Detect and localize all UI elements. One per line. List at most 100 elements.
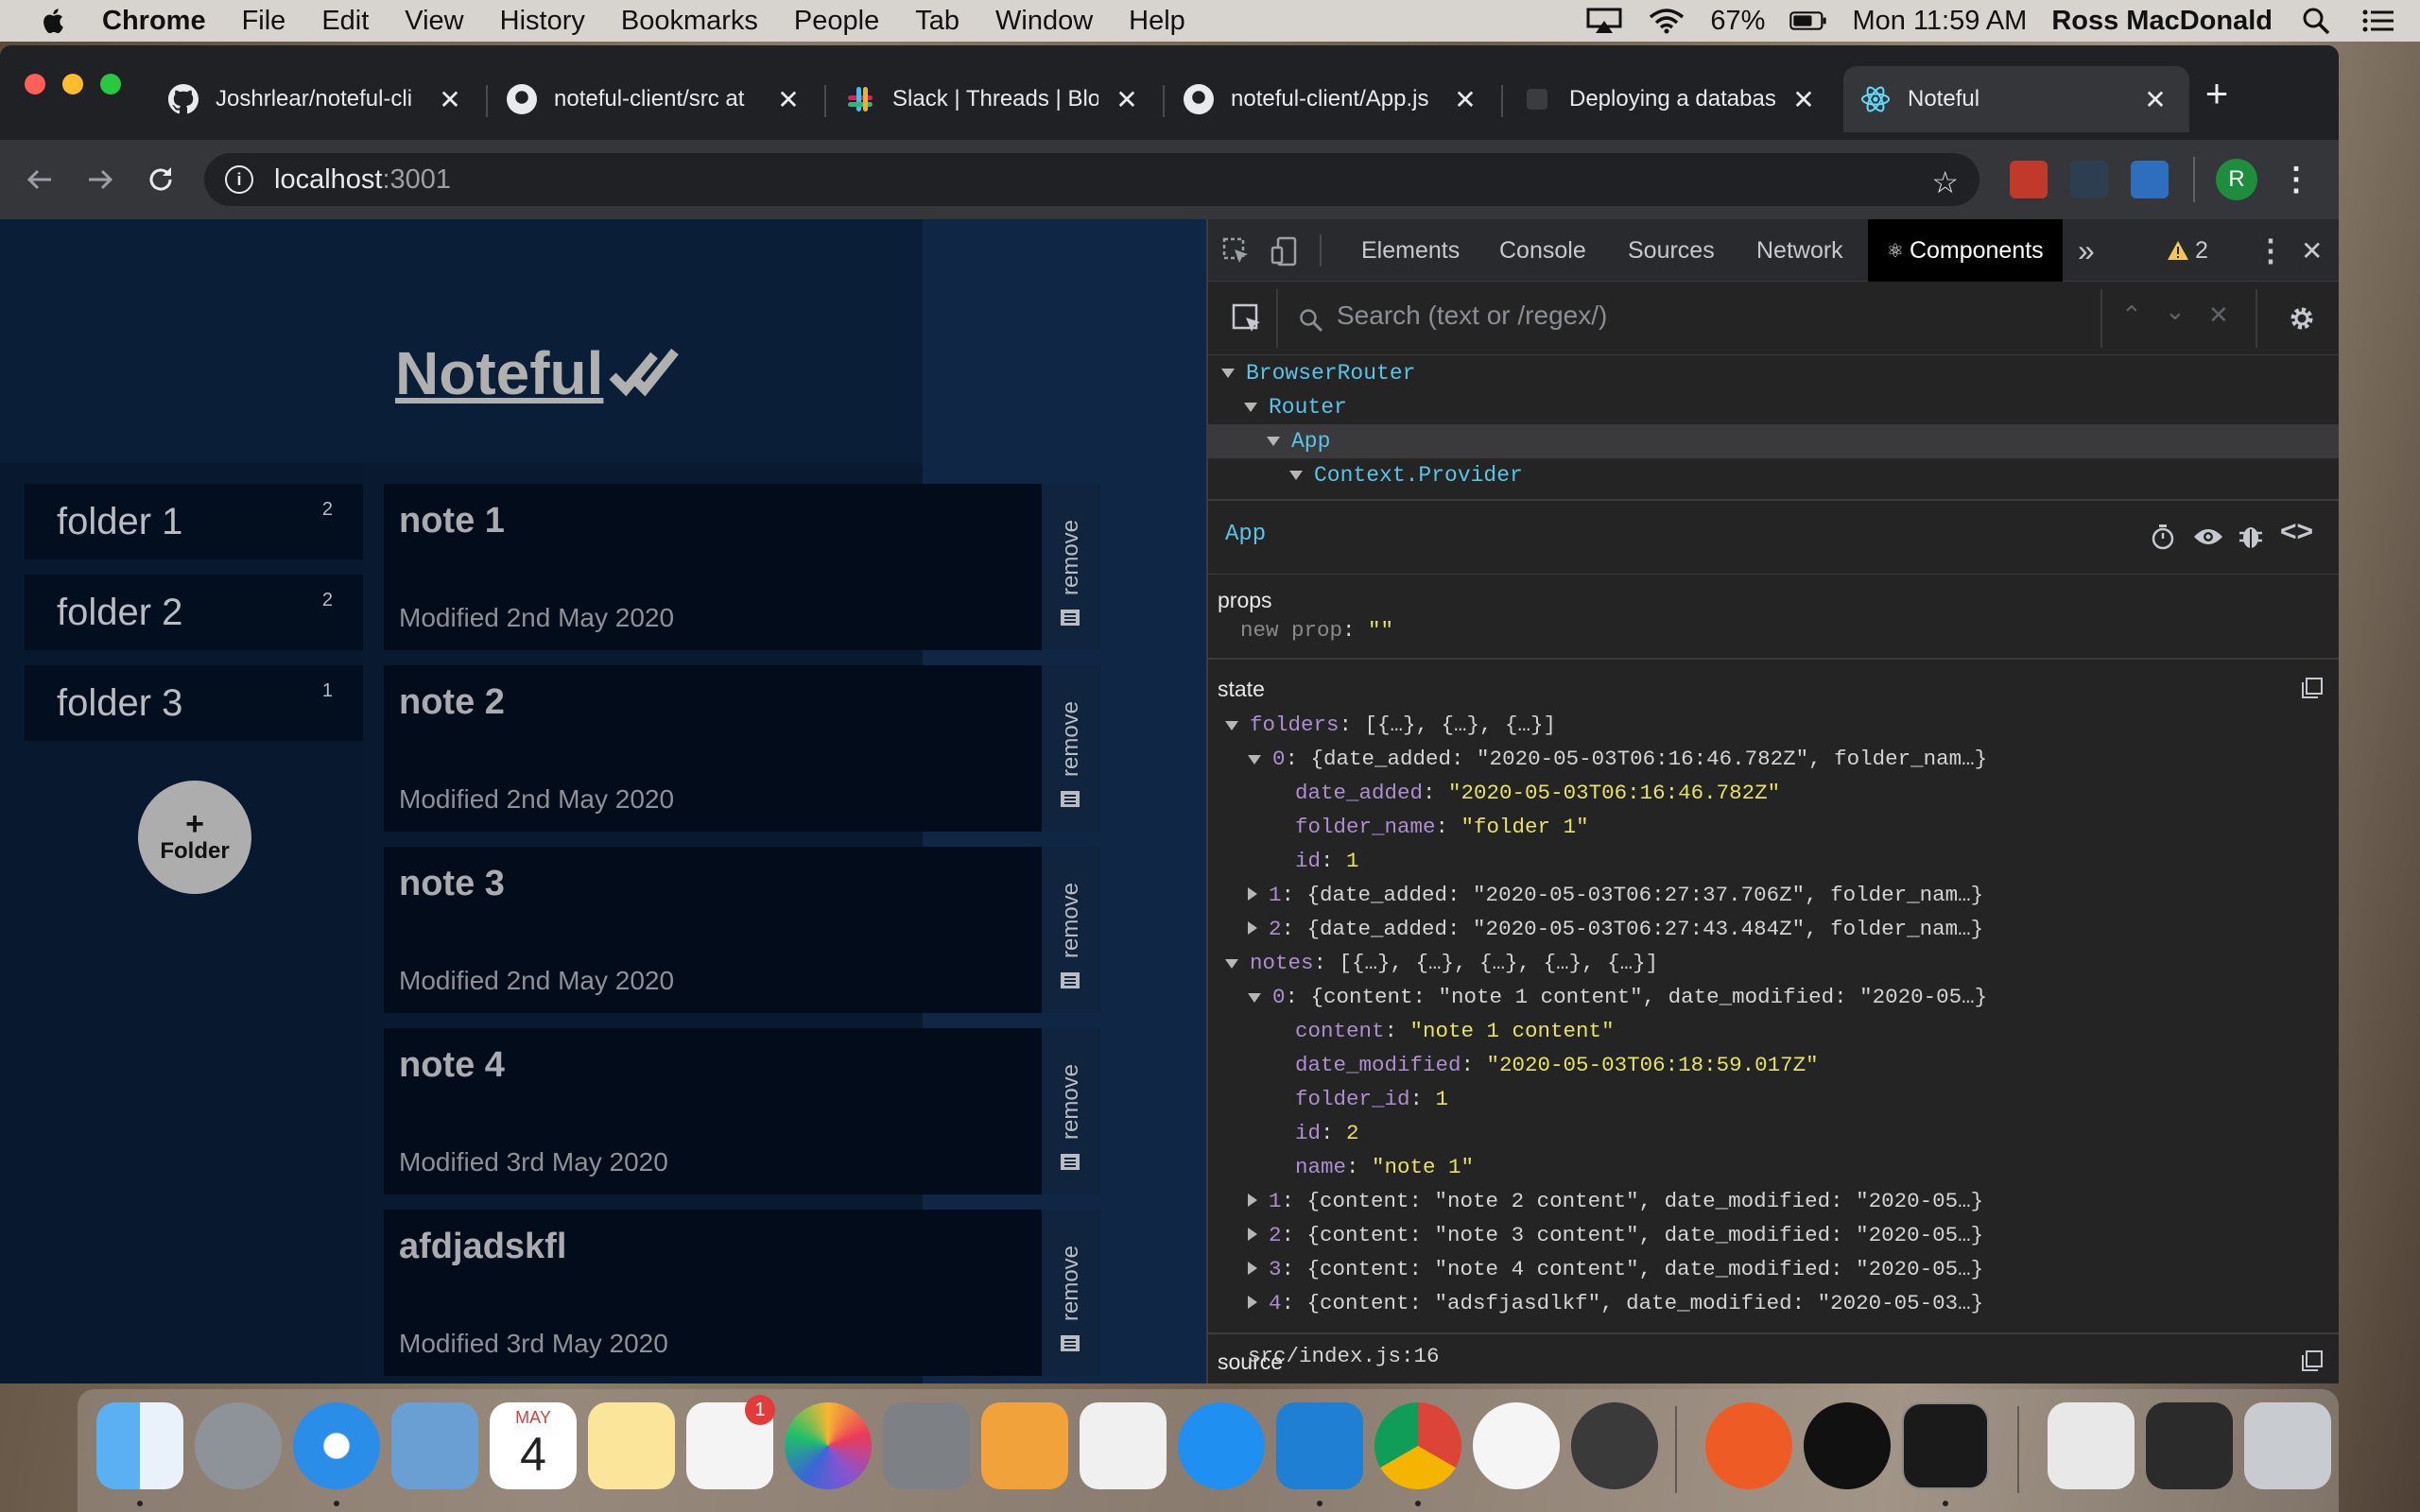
close-tab-icon[interactable]: ✕ [775,84,802,115]
expand-triangle-icon[interactable] [1248,1262,1257,1275]
tab-slack[interactable]: Slack | Threads | Blo ✕ [828,66,1157,132]
folder-item[interactable]: folder 1 2 [25,484,363,559]
menu-tab[interactable]: Tab [915,6,959,37]
reload-icon[interactable] [138,157,183,202]
terminal-icon[interactable] [1902,1402,1989,1489]
state-field-row[interactable]: id: 2 [1295,1121,1359,1145]
extension-s-icon[interactable] [2131,161,2169,198]
state-folder-2-row[interactable]: 2: {date_added: "2020-05-03T06:27:43.484… [1248,917,1983,941]
state-note-1-row[interactable]: 1: {content: "note 2 content", date_modi… [1248,1189,1983,1213]
site-info-icon[interactable]: i [225,165,253,194]
menu-app-chrome[interactable]: Chrome [102,6,206,37]
note-card[interactable]: note 3 Modified 2nd May 2020 [384,847,1042,1013]
pages-icon[interactable] [981,1402,1068,1489]
remove-note-button[interactable]: remove [1042,847,1100,1013]
new-prop-row[interactable]: new prop: "" [1240,618,1393,643]
tableplus-icon[interactable] [1473,1402,1560,1489]
tab-network[interactable]: Network [1756,219,1843,282]
state-folder-1-row[interactable]: 1: {date_added: "2020-05-03T06:27:37.706… [1248,883,1983,907]
eye-icon[interactable] [2193,525,2223,548]
collapse-triangle-icon[interactable] [1225,959,1238,969]
chrome-menu-icon[interactable]: ⋮ [2280,159,2312,200]
trash-icon[interactable] [2244,1402,2331,1489]
tab-components[interactable]: ⚛ Components [1868,219,2063,282]
safari-icon[interactable] [293,1402,380,1489]
expand-triangle-icon[interactable] [1221,369,1235,378]
state-field-row[interactable]: date_modified: "2020-05-03T06:18:59.017Z… [1295,1053,1819,1077]
apple-icon[interactable] [36,7,74,35]
tree-node-selected[interactable]: App [1208,424,2339,458]
state-field-row[interactable]: folder_name: "folder 1" [1295,815,1589,839]
tab-noteful[interactable]: Noteful ✕ [1843,66,2189,132]
tab-deploying-database[interactable]: Deploying a databas ✕ [1505,66,1834,132]
mail-icon[interactable] [391,1402,478,1489]
close-tab-icon[interactable]: ✕ [1452,84,1478,115]
remove-note-button[interactable]: remove [1042,1028,1100,1194]
remove-note-button[interactable]: remove [1042,1210,1100,1376]
menu-history[interactable]: History [500,6,585,37]
remove-note-button[interactable]: remove [1042,484,1100,650]
tab-elements[interactable]: Elements [1361,219,1460,282]
expand-triangle-icon[interactable] [1267,437,1280,446]
tab-github-app-js[interactable]: noteful-client/App.js ✕ [1167,66,1495,132]
app-store-icon[interactable] [1178,1402,1265,1489]
folder-item[interactable]: folder 2 2 [25,575,363,650]
minimize-window-button[interactable] [62,74,83,94]
state-field-row[interactable]: id: 1 [1295,849,1359,873]
state-note-0-row[interactable]: 0: {content: "note 1 content", date_modi… [1248,985,1987,1009]
notes-icon[interactable] [588,1402,675,1489]
settings-gear-icon[interactable] [2288,304,2316,333]
expand-triangle-icon[interactable] [1248,921,1257,935]
menu-bookmarks[interactable]: Bookmarks [621,6,758,37]
menu-window[interactable]: Window [995,6,1093,37]
note-card[interactable]: afdjadskfl Modified 3rd May 2020 [384,1210,1042,1376]
state-folders-row[interactable]: folders: [{…}, {…}, {…}] [1225,713,1556,737]
finder-icon[interactable] [96,1402,183,1489]
calendar-icon[interactable]: MAY 4 [490,1402,577,1489]
instruments-icon[interactable] [1571,1402,1658,1489]
forward-arrow-icon[interactable] [78,157,123,202]
notification-center-icon[interactable] [2360,8,2397,34]
timer-icon[interactable] [2150,524,2176,550]
clear-search-icon[interactable]: ✕ [2208,301,2229,330]
app-title-link[interactable]: Noteful [395,338,603,408]
state-field-row[interactable]: content: "note 1 content" [1295,1019,1615,1043]
expand-triangle-icon[interactable] [1244,403,1257,412]
close-tab-icon[interactable]: ✕ [1790,84,1817,115]
previous-result-icon[interactable]: ⌃ [2121,301,2142,330]
device-toolbar-icon[interactable] [1270,236,1301,266]
state-field-row[interactable]: date_added: "2020-05-03T06:16:46.782Z" [1295,781,1780,805]
wifi-icon[interactable] [1648,8,1685,34]
close-devtools-icon[interactable]: ✕ [2301,219,2323,282]
view-source-icon[interactable]: <> [2280,516,2313,548]
source-file-link[interactable]: src/index.js:16 [1248,1344,1440,1368]
tree-node[interactable]: Context.Provider [1208,458,2339,492]
new-tab-button[interactable]: + [2193,70,2240,117]
add-folder-button[interactable]: + Folder [138,781,251,894]
close-tab-icon[interactable]: ✕ [437,84,463,115]
menu-edit[interactable]: Edit [321,6,369,37]
address-bar[interactable]: i localhost:3001 ☆ [204,153,1979,206]
vscode-icon[interactable] [1276,1402,1363,1489]
state-notes-row[interactable]: notes: [{…}, {…}, {…}, {…}, {…}] [1225,951,1658,975]
collapse-triangle-icon[interactable] [1248,993,1261,1003]
postman-icon[interactable] [1705,1402,1792,1489]
expand-triangle-icon[interactable] [1289,471,1303,480]
expand-triangle-icon[interactable] [1248,1296,1257,1309]
numbers-icon[interactable] [1080,1402,1167,1489]
next-result-icon[interactable]: ⌄ [2165,297,2186,326]
apple-tv-icon[interactable] [1804,1402,1891,1489]
tab-github-noteful-client[interactable]: Joshrlear/noteful-cli ✕ [151,66,480,132]
close-window-button[interactable] [25,74,45,94]
menubar-user[interactable]: Ross MacDonald [2051,6,2273,37]
warnings-badge[interactable]: 2 [2167,219,2208,282]
copy-icon[interactable] [2301,1349,2324,1372]
remove-note-button[interactable]: remove [1042,665,1100,832]
archive-icon[interactable] [2048,1402,2135,1489]
bug-icon[interactable] [2238,522,2263,550]
zoom-window-button[interactable] [100,74,121,94]
copy-icon[interactable] [2301,677,2324,699]
note-title[interactable]: note 1 [399,501,505,541]
expand-triangle-icon[interactable] [1248,1194,1257,1207]
spotlight-search-icon[interactable] [2297,8,2335,35]
